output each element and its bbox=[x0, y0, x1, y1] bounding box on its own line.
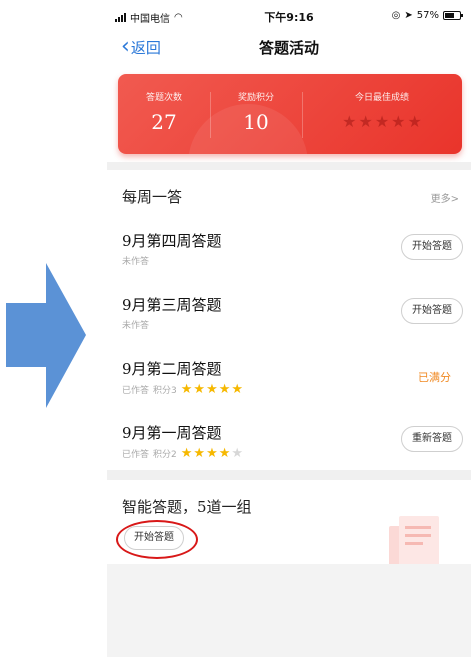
quiz-stars: ★★★★★ bbox=[181, 446, 244, 461]
quiz-score: 积分3 bbox=[153, 386, 177, 396]
quiz-status: 已作答 bbox=[122, 386, 150, 396]
star-icon: ★ bbox=[180, 382, 194, 397]
stat-value: 27 bbox=[151, 110, 177, 134]
quiz-title: 9月第二周答题 bbox=[122, 360, 222, 378]
quiz-row: 9月第一周答题 已作答 积分2 ★★★★★ 重新答题 bbox=[107, 416, 471, 478]
star-icon: ★ bbox=[358, 112, 373, 131]
quiz-title: 9月第四周答题 bbox=[122, 232, 222, 250]
lock-icon: ◎ bbox=[391, 10, 401, 21]
section-title: 每周一答 bbox=[122, 188, 183, 206]
quiz-row: 9月第三周答题 未作答 开始答题 bbox=[107, 288, 471, 350]
quiz-status: 未作答 bbox=[122, 257, 150, 267]
stat-answer-count: 答题次数 27 bbox=[118, 74, 210, 154]
quiz-stars: ★★★★★ bbox=[181, 382, 244, 397]
nav-bar: ‹ 返回 答题活动 bbox=[107, 34, 471, 64]
start-quiz-button[interactable]: 开始答题 bbox=[401, 298, 463, 324]
full-score-label: 已满分 bbox=[418, 371, 451, 384]
weekly-quiz-section: 每周一答 更多> 9月第四周答题 未作答 开始答题 9月第三周答题 未作答 开始… bbox=[107, 170, 471, 470]
highlight-circle bbox=[116, 520, 198, 559]
star-icon: ★ bbox=[407, 112, 422, 131]
star-icon: ★ bbox=[193, 446, 207, 461]
quiz-status: 未作答 bbox=[122, 321, 150, 331]
star-icon: ★ bbox=[193, 382, 207, 397]
star-icon: ★ bbox=[374, 112, 390, 131]
battery-percent: 57% bbox=[416, 10, 439, 21]
star-icon: ★ bbox=[206, 382, 219, 397]
section-divider bbox=[107, 162, 471, 170]
smart-quiz-section: 智能答题，5道一组 开始答题 bbox=[107, 480, 471, 564]
quiz-row: 9月第二周答题 已作答 积分3 ★★★★★ 已满分 bbox=[107, 352, 471, 414]
retry-quiz-button[interactable]: 重新答题 bbox=[401, 426, 463, 452]
quiz-score: 积分2 bbox=[153, 450, 177, 460]
section-title: 智能答题，5道一组 bbox=[122, 498, 252, 516]
stat-best-score: 今日最佳成绩 ★ ★ ★ ★ ★ bbox=[302, 74, 462, 154]
stat-label: 奖励积分 bbox=[237, 93, 274, 103]
star-icon: ★ bbox=[180, 446, 194, 461]
star-icon: ★ bbox=[218, 382, 232, 397]
star-icon: ★ bbox=[342, 112, 357, 131]
star-icon: ★ bbox=[218, 446, 232, 461]
empty-area bbox=[107, 564, 471, 657]
star-icon: ★ bbox=[231, 446, 245, 461]
status-bar: 中国电信 ◠ 下午9:16 ◎ ➤ 57% bbox=[107, 0, 471, 34]
stat-reward-points: 奖励积分 10 bbox=[210, 74, 302, 154]
stats-card: 答题次数 27 奖励积分 10 今日最佳成绩 ★ ★ ★ ★ ★ bbox=[118, 74, 462, 154]
best-score-stars: ★ ★ ★ ★ ★ bbox=[302, 112, 462, 131]
page-title: 答题活动 bbox=[258, 39, 319, 57]
section-divider bbox=[107, 470, 471, 480]
quiz-row: 9月第四周答题 未作答 开始答题 bbox=[107, 224, 471, 286]
quiz-title: 9月第一周答题 bbox=[122, 424, 222, 442]
annotation-arrow bbox=[6, 263, 86, 408]
location-icon: ➤ bbox=[404, 10, 413, 21]
more-link[interactable]: 更多> bbox=[431, 190, 459, 205]
star-icon: ★ bbox=[231, 382, 245, 397]
stat-label: 答题次数 bbox=[145, 93, 182, 103]
stat-value: 10 bbox=[243, 110, 269, 134]
stat-label: 今日最佳成绩 bbox=[354, 93, 409, 103]
start-quiz-button[interactable]: 开始答题 bbox=[401, 234, 463, 260]
quiz-status: 已作答 bbox=[122, 450, 150, 460]
star-icon: ★ bbox=[206, 446, 219, 461]
phone-screen: 中国电信 ◠ 下午9:16 ◎ ➤ 57% ‹ 返回 答题活动 答题次数 27 … bbox=[107, 0, 471, 657]
stats-area: 答题次数 27 奖励积分 10 今日最佳成绩 ★ ★ ★ ★ ★ bbox=[107, 64, 471, 168]
paper-illustration-icon bbox=[389, 516, 439, 564]
battery-icon bbox=[443, 11, 463, 20]
quiz-title: 9月第三周答题 bbox=[122, 296, 222, 314]
star-icon: ★ bbox=[391, 112, 406, 131]
